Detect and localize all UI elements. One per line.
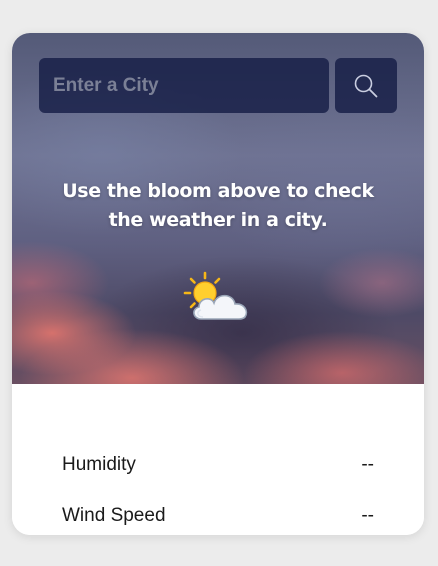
partly-sunny-icon <box>183 271 248 320</box>
search-icon <box>354 74 378 97</box>
wind-speed-row: Wind Speed -- <box>62 505 374 535</box>
weather-details: Humidity -- Wind Speed -- <box>12 384 424 535</box>
city-search-input[interactable] <box>39 58 329 113</box>
search-button[interactable] <box>335 58 397 113</box>
wind-speed-label: Wind Speed <box>62 505 166 526</box>
humidity-value: -- <box>361 454 374 475</box>
humidity-label: Humidity <box>62 454 136 475</box>
weather-card: Use the bloom above to check the weather… <box>12 33 424 535</box>
wind-speed-value: -- <box>361 505 374 526</box>
sky-background-image: Use the bloom above to check the weather… <box>12 33 424 384</box>
instruction-message: Use the bloom above to check the weather… <box>42 177 394 235</box>
instruction-line-1: Use the bloom above to check <box>62 180 374 202</box>
instruction-line-2: the weather in a city. <box>108 209 328 231</box>
humidity-row: Humidity -- <box>62 454 374 484</box>
search-bar <box>39 58 397 113</box>
